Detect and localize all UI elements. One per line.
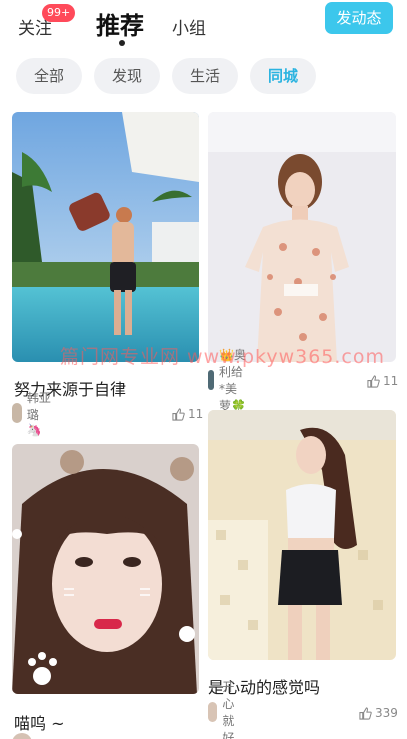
- like-count[interactable]: 11: [172, 404, 203, 424]
- post-image[interactable]: [208, 410, 396, 660]
- author-name: 韩亚璐🦄: [26, 391, 51, 437]
- tab-recommend[interactable]: 推荐: [96, 6, 144, 41]
- like-number: 339: [375, 706, 398, 720]
- post-status-button[interactable]: 发动态: [325, 2, 393, 34]
- thumbs-up-icon: [172, 407, 185, 421]
- post-author: 开心就好: [208, 680, 245, 739]
- filter-all[interactable]: 全部: [16, 58, 82, 94]
- author-name: 开心就好: [222, 680, 235, 739]
- unread-badge: 99+: [42, 4, 76, 22]
- like-count[interactable]: 339: [359, 703, 398, 723]
- avatar: [208, 702, 218, 722]
- tab-group[interactable]: 小组: [172, 14, 206, 39]
- filter-discover[interactable]: 发现: [94, 58, 160, 94]
- post-image[interactable]: [12, 112, 199, 362]
- filter-bar: 全部 发现 生活 同城: [0, 58, 407, 98]
- post-title: 喵呜 ~: [14, 714, 65, 733]
- thumbs-up-icon: [359, 706, 372, 720]
- avatar: [12, 403, 22, 423]
- filter-nearby[interactable]: 同城: [250, 58, 316, 94]
- like-count[interactable]: 11: [367, 371, 398, 391]
- post-image[interactable]: [12, 444, 199, 694]
- post-author: 韩亚璐🦄: [12, 391, 52, 437]
- watermark: 篇门网专业网 www.pkyw365.com: [60, 346, 386, 368]
- like-number: 11: [383, 374, 399, 388]
- post-image[interactable]: [208, 112, 396, 362]
- top-navigation: 关注 99+ 推荐 小组 发动态: [0, 0, 407, 52]
- avatar: [208, 370, 215, 390]
- filter-life[interactable]: 生活: [172, 58, 238, 94]
- like-number: 11: [188, 407, 204, 421]
- post-author: 👑奥利给*美萝🍀: [208, 348, 248, 413]
- thumbs-up-icon: [367, 374, 380, 388]
- active-tab-indicator: [119, 40, 125, 46]
